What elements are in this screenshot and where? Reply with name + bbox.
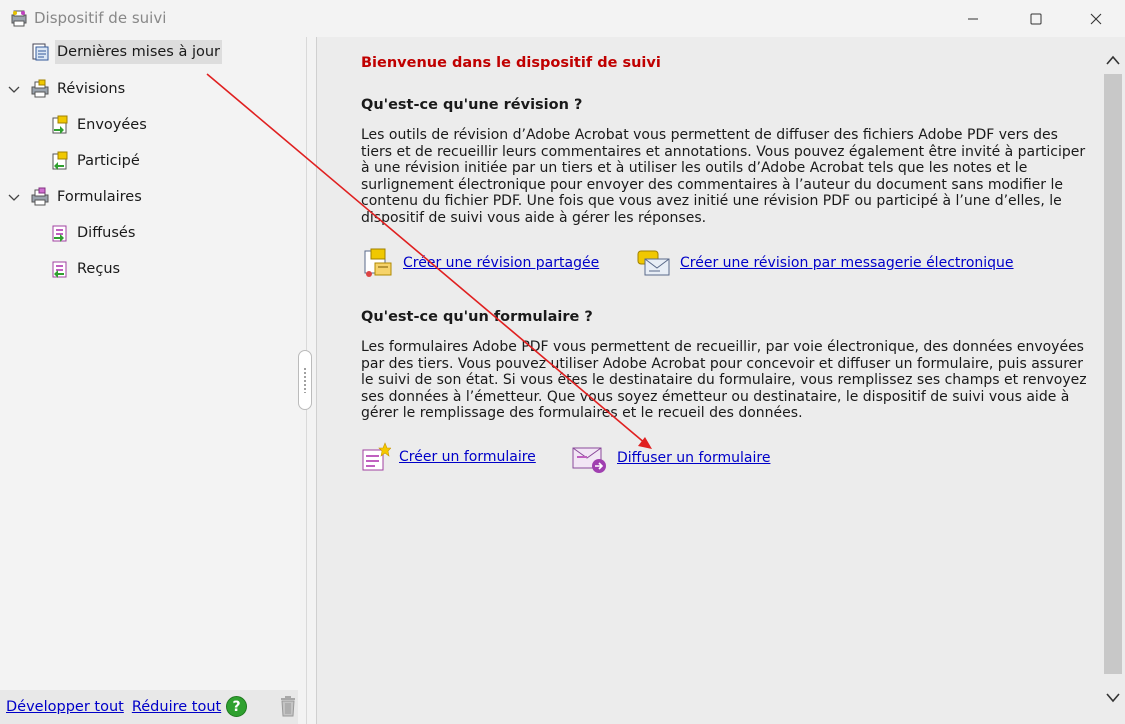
content-pane: Bienvenue dans le dispositif de suivi Qu…: [316, 37, 1125, 724]
collapse-all-link[interactable]: Réduire tout: [132, 699, 221, 715]
maximize-icon: [1030, 13, 1042, 24]
navigation-pane: Dernières mises à jour Révisions Envoyée…: [0, 37, 307, 724]
tracker-icon: [11, 10, 27, 27]
create-shared-review-link[interactable]: Créer une révision partagée: [403, 255, 599, 271]
chevron-down-icon[interactable]: [7, 83, 21, 97]
distribute-form-link[interactable]: Diffuser un formulaire: [617, 450, 770, 466]
reviews-icon: [31, 79, 49, 98]
review-description: Les outils de révision d’Adobe Acrobat v…: [361, 127, 1086, 226]
updates-icon: [32, 43, 49, 61]
sidebar-item-received[interactable]: Reçus: [50, 254, 122, 284]
create-form-icon: [362, 442, 391, 471]
help-button[interactable]: ?: [226, 696, 247, 717]
trash-icon[interactable]: [279, 695, 297, 717]
review-heading: Qu'est-ce qu'une révision ?: [361, 97, 583, 113]
expand-all-link[interactable]: Développer tout: [6, 699, 124, 715]
form-description: Les formulaires Adobe PDF vous permetten…: [361, 339, 1087, 421]
sent-review-icon: [52, 115, 68, 134]
scroll-down-button[interactable]: [1104, 688, 1122, 708]
form-heading: Qu'est-ce qu'un formulaire ?: [361, 309, 593, 325]
sidebar-footer: Développer tout Réduire tout ?: [0, 690, 298, 724]
sidebar-item-forms[interactable]: Formulaires: [30, 182, 144, 212]
sidebar-item-sent[interactable]: Envoyées: [50, 110, 149, 140]
title-bar: Dispositif de suivi: [0, 0, 1125, 37]
minimize-button[interactable]: [950, 0, 996, 37]
minimize-icon: [968, 18, 978, 19]
scrollbar-thumb[interactable]: [1104, 74, 1122, 674]
sidebar-item-label: Participé: [77, 153, 140, 169]
chevron-up-icon: [1106, 55, 1120, 65]
sidebar-item-reviews[interactable]: Révisions: [30, 74, 127, 104]
sidebar-item-label: Envoyées: [77, 117, 147, 133]
sidebar-item-distributed[interactable]: Diffusés: [50, 218, 137, 248]
create-shared-review-action[interactable]: Créer une révision partagée: [361, 247, 599, 279]
chevron-down-icon: [1106, 693, 1120, 703]
distribute-form-action[interactable]: Diffuser un formulaire: [571, 442, 770, 474]
received-form-icon: [52, 261, 67, 278]
joined-review-icon: [52, 151, 68, 170]
email-review-icon: [637, 250, 670, 276]
shared-review-icon: [364, 248, 392, 277]
chevron-down-icon[interactable]: [7, 191, 21, 205]
close-button[interactable]: [1073, 0, 1119, 37]
create-form-link[interactable]: Créer un formulaire: [399, 449, 536, 465]
scroll-up-button[interactable]: [1104, 50, 1122, 70]
sidebar-item-label: Révisions: [57, 81, 126, 97]
help-icon: ?: [232, 698, 241, 715]
sidebar-item-joined[interactable]: Participé: [50, 146, 142, 176]
create-email-review-link[interactable]: Créer une révision par messagerie électr…: [680, 255, 1014, 271]
close-icon: [1090, 13, 1102, 24]
sidebar-item-label: Formulaires: [57, 189, 142, 205]
sidebar-item-label: Diffusés: [77, 225, 136, 241]
distribute-form-icon: [572, 447, 606, 473]
pane-splitter-handle[interactable]: [298, 350, 312, 410]
create-form-action[interactable]: Créer un formulaire: [361, 442, 536, 472]
forms-icon: [31, 187, 49, 206]
sidebar-item-label: Reçus: [77, 261, 121, 277]
maximize-button[interactable]: [1013, 0, 1059, 37]
page-title: Bienvenue dans le dispositif de suivi: [361, 55, 661, 71]
sidebar-item-latest-updates[interactable]: Dernières mises à jour: [30, 37, 222, 67]
create-email-review-action[interactable]: Créer une révision par messagerie électr…: [636, 247, 1014, 279]
distributed-form-icon: [52, 225, 67, 242]
window-title: Dispositif de suivi: [34, 9, 167, 27]
sidebar-item-label: Dernières mises à jour: [55, 40, 222, 64]
